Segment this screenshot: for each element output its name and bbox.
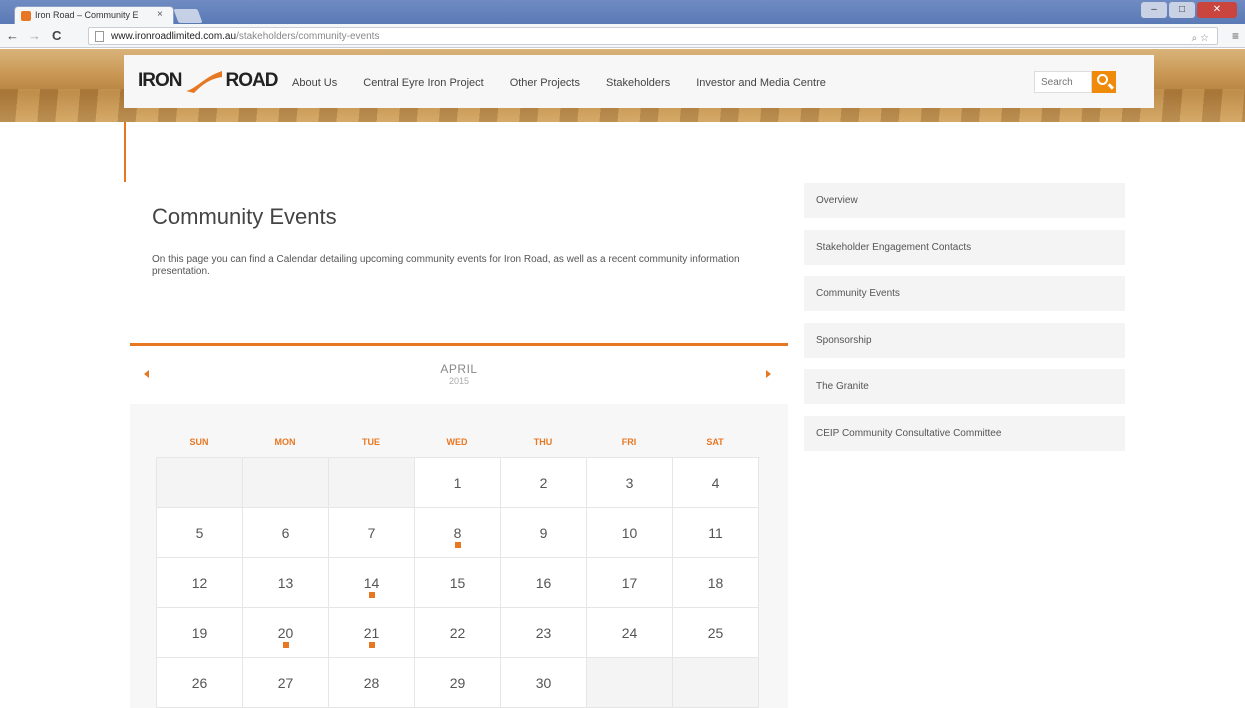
sidebar-item-ceip-community-consultative-committee[interactable]: CEIP Community Consultative Committee [804, 415, 1125, 451]
calendar-day[interactable]: 15 [415, 558, 501, 608]
calendar-grid: 1 2 3 4 5 6 7 8 9 10 11 12 13 14 15 16 17 18 19 20 21 22 23 24 2… [156, 457, 760, 708]
maximize-icon[interactable]: □ [1169, 2, 1195, 18]
day-of-week-label: WED [446, 437, 468, 447]
day-of-week-label: MON [274, 437, 296, 447]
calendar-day[interactable]: 12 [157, 558, 243, 608]
calendar-day[interactable]: 16 [501, 558, 587, 608]
day-of-week-label: THU [533, 437, 553, 447]
page-title: Community Events [152, 204, 337, 229]
calendar-empty-cell [673, 658, 759, 708]
logo-swoosh-icon [185, 71, 222, 93]
forward-arrow-icon[interactable]: → [28, 28, 41, 43]
favicon-icon [21, 11, 31, 21]
calendar-empty-cell [587, 658, 673, 708]
sidebar-item-stakeholder-engagement-contacts[interactable]: Stakeholder Engagement Contacts [804, 229, 1125, 265]
site-logo[interactable]: IRON ROAD [138, 69, 279, 93]
sidebar-nav: Overview Stakeholder Engagement Contacts C… [804, 183, 1125, 462]
day-of-week-label: TUE [362, 437, 380, 447]
calendar-header: APRIL 2015 [130, 346, 788, 404]
calendar-day[interactable]: 2 [501, 458, 587, 508]
sidebar-item-overview[interactable]: Overview [804, 183, 1125, 218]
calendar-empty-cell [329, 458, 415, 508]
calendar-day[interactable]: 18 [673, 558, 759, 608]
calendar-day[interactable]: 20 [243, 608, 329, 658]
calendar-year: 2015 [448, 376, 470, 386]
tab-close-icon[interactable]: × [157, 9, 163, 20]
accent-line [124, 122, 126, 182]
calendar-empty-cell [243, 458, 329, 508]
nav-investor-media-centre[interactable]: Investor and Media Centre [696, 77, 826, 89]
browser-tab[interactable]: Iron Road – Community E × [14, 6, 174, 24]
calendar-day[interactable]: 17 [587, 558, 673, 608]
search-box [1034, 71, 1092, 93]
calendar-day[interactable]: 24 [587, 608, 673, 658]
calendar-day[interactable]: 14 [329, 558, 415, 608]
page-icon [95, 31, 104, 42]
browser-window: Iron Road – Community E × – □ ✕ ← → C ww… [0, 0, 1245, 708]
calendar-day[interactable]: 21 [329, 608, 415, 658]
sidebar-item-community-events[interactable]: Community Events [804, 276, 1125, 311]
nav-about-us[interactable]: About Us [292, 77, 337, 89]
new-tab-button[interactable] [173, 9, 203, 23]
tab-title: Iron Road – Community E [35, 10, 139, 20]
search-input[interactable] [1035, 72, 1091, 93]
calendar-day[interactable]: 19 [157, 608, 243, 658]
window-controls: – □ ✕ [1141, 2, 1237, 18]
close-window-icon[interactable]: ✕ [1197, 2, 1237, 18]
calendar-day[interactable]: 8 [415, 508, 501, 558]
calendar-day[interactable]: 22 [415, 608, 501, 658]
calendar-day[interactable]: 9 [501, 508, 587, 558]
nav-other-projects[interactable]: Other Projects [510, 77, 580, 89]
calendar-day[interactable]: 5 [157, 508, 243, 558]
search-button[interactable] [1092, 71, 1116, 93]
calendar-day[interactable]: 28 [329, 658, 415, 708]
day-of-week-label: FRI [621, 437, 637, 447]
calendar-day[interactable]: 27 [243, 658, 329, 708]
calendar-empty-cell [157, 458, 243, 508]
calendar-day[interactable]: 1 [415, 458, 501, 508]
reload-icon[interactable]: C [52, 28, 61, 43]
zoom-star-icon[interactable]: ⌕ ☆ [1192, 33, 1209, 44]
calendar-day[interactable]: 13 [243, 558, 329, 608]
url-field[interactable]: www.ironroadlimited.com.au/stakeholders/… [88, 27, 1218, 45]
url-text: www.ironroadlimited.com.au/stakeholders/… [111, 31, 380, 42]
calendar-day[interactable]: 29 [415, 658, 501, 708]
day-of-week-label: SUN [189, 437, 209, 447]
tab-bar: Iron Road – Community E × – □ ✕ [0, 0, 1245, 24]
calendar-day[interactable]: 10 [587, 508, 673, 558]
calendar-day[interactable]: 4 [673, 458, 759, 508]
logo-text-road: ROAD [225, 70, 279, 91]
calendar-month: APRIL [440, 362, 478, 376]
main-nav: About Us Central Eyre Iron Project Other… [292, 77, 826, 89]
logo-text-iron: IRON [138, 70, 182, 91]
event-marker-icon[interactable] [369, 642, 375, 648]
calendar-day[interactable]: 25 [673, 608, 759, 658]
calendar-day[interactable]: 3 [587, 458, 673, 508]
nav-stakeholders[interactable]: Stakeholders [606, 77, 670, 89]
calendar-day[interactable]: 26 [157, 658, 243, 708]
minimize-icon[interactable]: – [1141, 2, 1167, 18]
calendar-day[interactable]: 11 [673, 508, 759, 558]
sidebar-item-sponsorship[interactable]: Sponsorship [804, 322, 1125, 358]
calendar-day[interactable]: 30 [501, 658, 587, 708]
event-marker-icon[interactable] [283, 642, 289, 648]
nav-central-eyre-iron-project[interactable]: Central Eyre Iron Project [363, 77, 483, 89]
search-icon [1097, 74, 1108, 85]
event-calendar: APRIL 2015 SUN MON TUE WED THU FRI SAT 1234567… [130, 343, 788, 708]
sidebar-item-the-granite[interactable]: The Granite [804, 369, 1125, 404]
back-arrow-icon[interactable]: ← [6, 28, 19, 43]
calendar-day[interactable]: 6 [243, 508, 329, 558]
browser-menu-icon[interactable]: ≡ [1232, 29, 1239, 43]
address-bar: ← → C www.ironroadlimited.com.au/stakeho… [0, 24, 1245, 48]
calendar-day[interactable]: 7 [329, 508, 415, 558]
calendar-day[interactable]: 23 [501, 608, 587, 658]
event-marker-icon[interactable] [369, 592, 375, 598]
nav-panel: IRON ROAD About Us Central Eyre Iron Pro… [124, 55, 1154, 108]
site-header: IRON ROAD About Us Central Eyre Iron Pro… [0, 49, 1245, 122]
event-marker-icon[interactable] [455, 542, 461, 548]
day-of-week-row: SUN MON TUE WED THU FRI SAT [156, 437, 760, 447]
day-of-week-label: SAT [706, 437, 724, 447]
intro-text: On this page you can find a Calendar det… [152, 254, 740, 277]
next-month-icon[interactable] [766, 370, 771, 378]
